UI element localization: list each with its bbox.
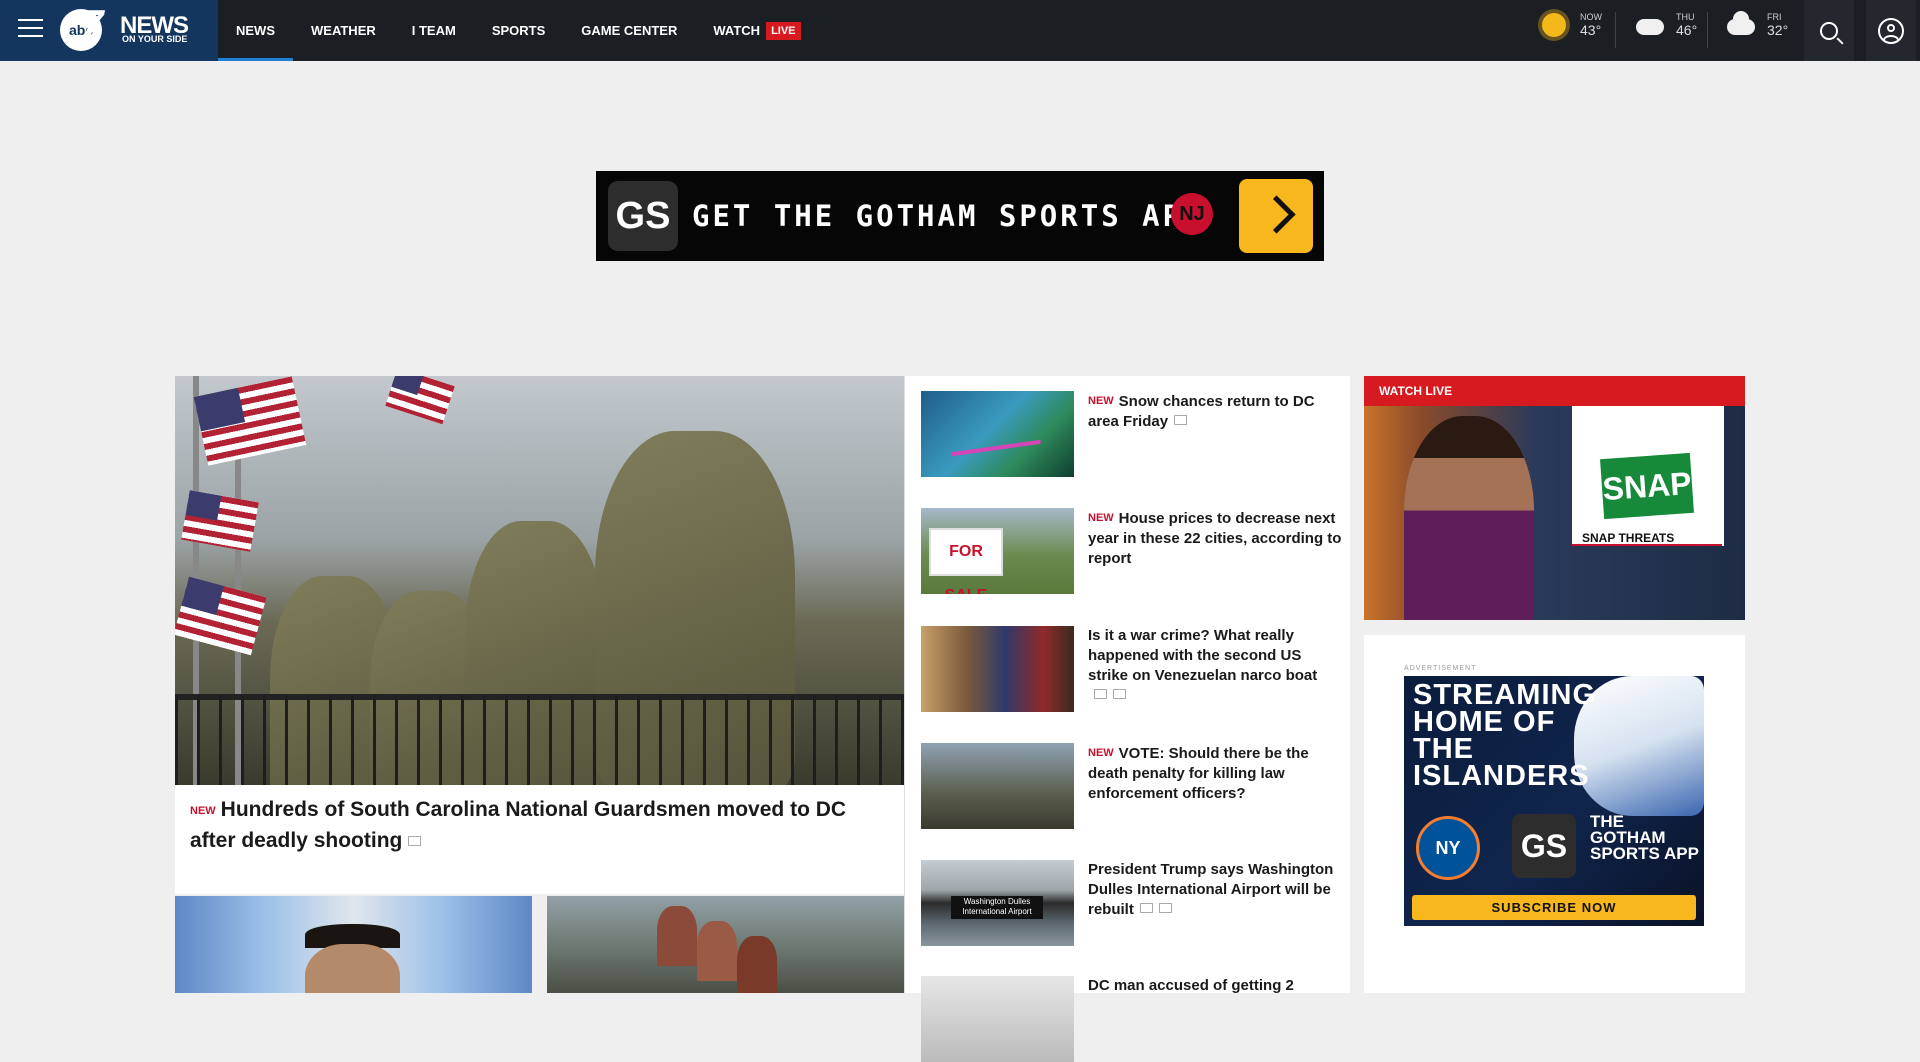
story-title[interactable]: President Trump says Washington Dulles I… [1088,860,1343,920]
gallery-icon [1174,415,1188,425]
main-nav: NEWS WEATHER I TEAM SPORTS GAME CENTER W… [218,0,819,61]
weather-thu[interactable]: THU 46° [1636,9,1697,38]
weather-now[interactable]: NOW 43° [1542,12,1602,38]
video-icon [1158,903,1172,913]
story-thumbnail[interactable] [921,976,1074,1062]
nav-i-team[interactable]: I TEAM [394,0,474,61]
sun-icon [1542,13,1566,37]
nav-game-center[interactable]: GAME CENTER [563,0,695,61]
advertisement-label: ADVERTISEMENT [1404,665,1477,672]
lead-story-headline[interactable]: NEW Hundreds of South Carolina National G… [175,785,904,865]
banner-ad-text: GET THE GOTHAM SPORTS APP [692,199,1204,233]
list-item[interactable]: NEW VOTE: Should there be the death penal… [921,743,1341,829]
story-title[interactable]: NEW VOTE: Should there be the death penal… [1088,743,1343,804]
gotham-sports-banner-ad[interactable]: GS GET THE GOTHAM SPORTS APP NJ [596,171,1324,261]
nav-weather[interactable]: WEATHER [293,0,394,61]
story-thumbnail[interactable] [921,626,1074,712]
subscribe-now-button[interactable]: SUBSCRIBE NOW [1412,895,1696,920]
gallery-icon [408,836,422,846]
watch-live-player[interactable]: WATCH LIVE SNAP SNAP THREATS [1364,376,1745,620]
gallery-icon [1139,903,1153,913]
top-navigation-bar: abc 7 NEWS ON YOUR SIDE NEWS WEATHER I T… [0,0,1920,61]
new-tag: NEW [190,805,216,817]
story-thumbnail[interactable]: FOR SALE [921,508,1074,594]
story-thumbnail[interactable] [921,391,1074,477]
list-item[interactable]: Is it a war crime? What really happened … [921,626,1341,712]
list-item[interactable]: FOR SALE NEWHouse prices to decrease nex… [921,508,1341,594]
search-icon [1820,21,1838,40]
brand-area: abc 7 NEWS ON YOUR SIDE [0,0,218,61]
story-title[interactable]: NEW House prices to decrease next year in… [1088,508,1343,569]
gallery-icon [1094,689,1107,699]
partly-cloudy-icon [1636,9,1664,35]
news-anchor [1404,416,1534,620]
gs-logo: GS [1512,814,1576,878]
lead-story[interactable]: NEW Hundreds of South Carolina National G… [175,376,904,894]
story-thumbnail[interactable]: Washington Dulles International Airport [921,860,1074,946]
watch-live-label[interactable]: WATCH LIVE [1364,376,1745,406]
gs-logo: GS [608,181,678,251]
story-card-image[interactable] [547,896,904,993]
cloud-icon [1727,11,1755,35]
story-title[interactable]: Is it a war crime? What really happened … [1088,626,1343,706]
headline-list: NEW Snow chances return to DC area Friday… [904,376,1350,1062]
story-title[interactable]: NEW Snow chances return to DC area Friday [1088,391,1343,432]
story-title[interactable]: DC man accused of getting 2 [1088,976,1343,996]
banner-arrow-button[interactable] [1239,179,1313,253]
list-item[interactable]: Washington Dulles International Airport … [921,860,1341,946]
ad-app-text: THE GOTHAM SPORTS APP [1590,812,1699,863]
live-video[interactable]: SNAP SNAP THREATS [1364,406,1745,620]
islanders-streaming-ad[interactable]: STREAMING HOME OF THE ISLANDERS NY GS TH… [1404,676,1704,926]
video-icon [1113,689,1126,699]
user-icon [1878,17,1904,44]
story-thumbnail[interactable] [921,743,1074,829]
devils-logo-icon: NJ [1171,193,1213,235]
ad-headline: STREAMING HOME OF THE ISLANDERS [1413,679,1596,792]
lead-story-image[interactable] [175,376,904,785]
nav-news[interactable]: NEWS [218,0,293,61]
nav-sports[interactable]: SPORTS [474,0,563,61]
nav-watch-live[interactable]: WATCH LIVE [695,0,818,61]
weather-fri[interactable]: FRI 32° [1727,11,1788,38]
story-card-image[interactable] [175,896,532,993]
islanders-logo: NY [1416,816,1480,880]
list-item[interactable]: NEW Snow chances return to DC area Friday [921,391,1341,477]
menu-hamburger-icon[interactable] [18,19,43,39]
snap-graphic: SNAP SNAP THREATS [1572,406,1724,546]
abc7-news-logo[interactable]: abc 7 NEWS ON YOUR SIDE [60,1,200,51]
list-item[interactable]: DC man accused of getting 2 [921,976,1341,1062]
account-button[interactable] [1866,0,1916,61]
live-badge: LIVE [766,21,801,40]
sidebar-ad: ADVERTISEMENT STREAMING HOME OF THE ISLA… [1364,635,1745,993]
search-button[interactable] [1804,0,1854,61]
